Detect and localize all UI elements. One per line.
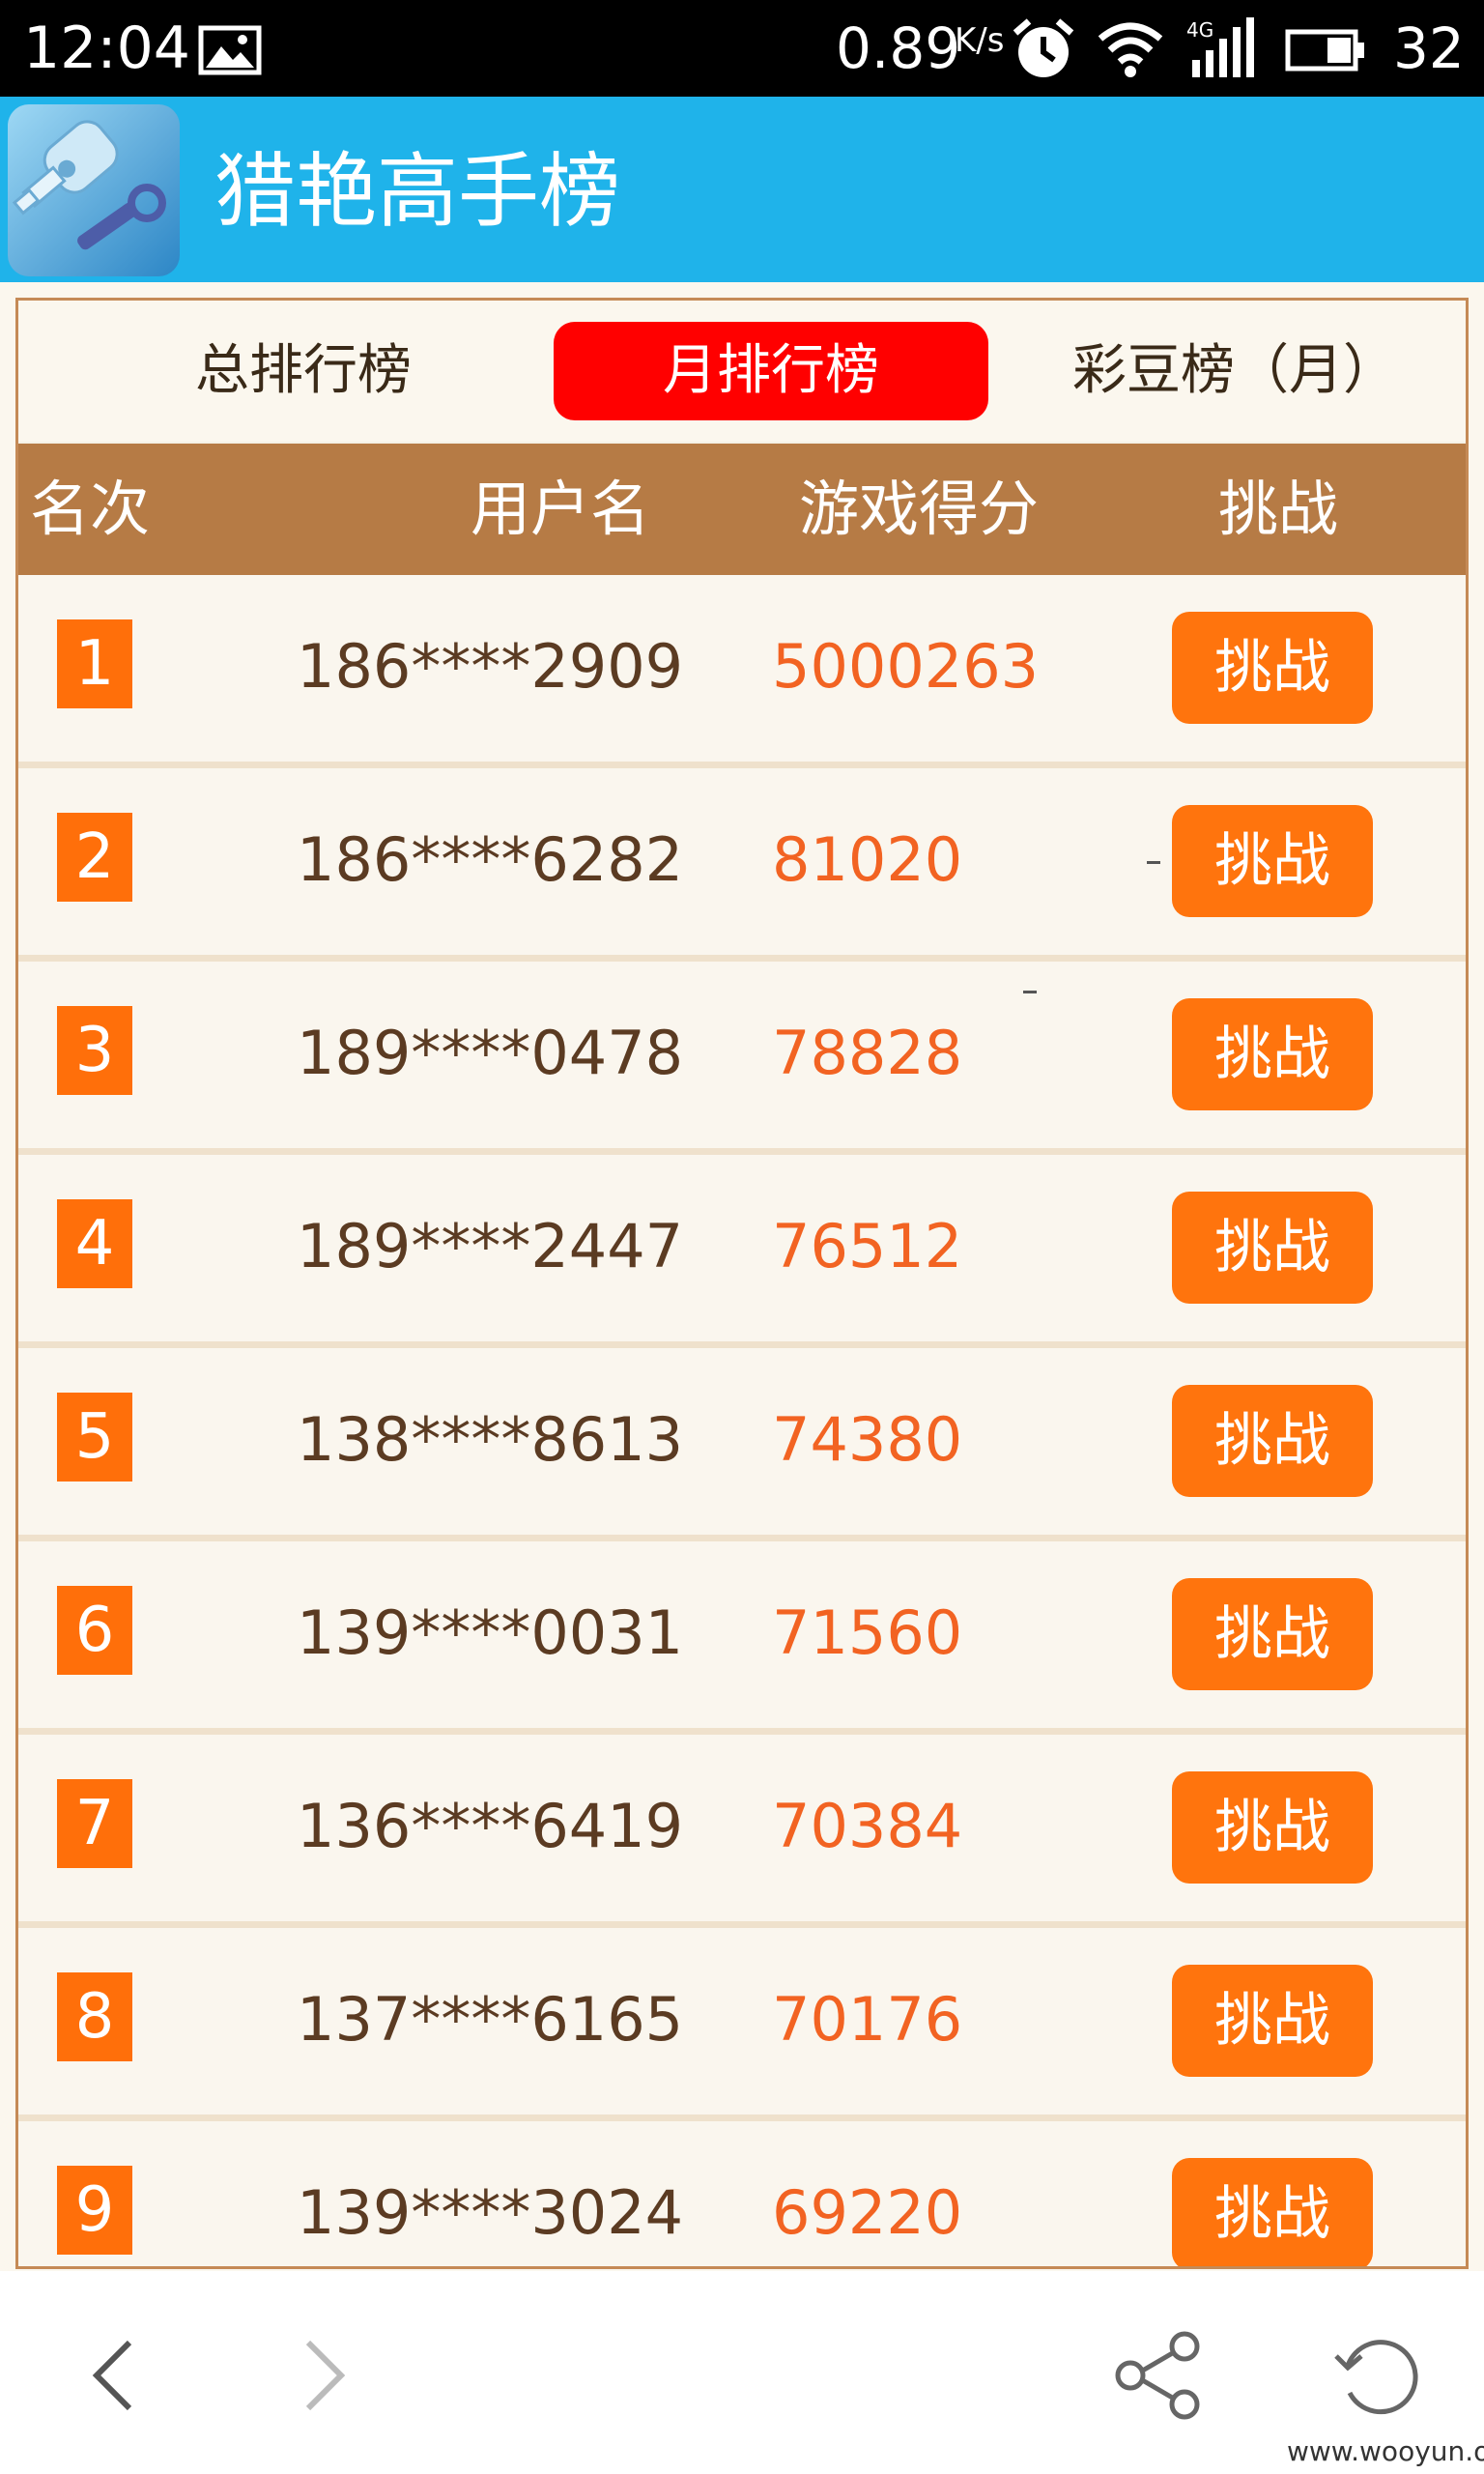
username: 189****0478: [297, 1018, 684, 1088]
stray-dash-mark: [1023, 991, 1037, 993]
rank-badge: 7: [57, 1779, 132, 1868]
challenge-button[interactable]: 挑战: [1172, 1385, 1373, 1497]
rank-badge: 6: [57, 1586, 132, 1675]
game-score: 69220: [772, 2177, 963, 2248]
header-challenge: 挑战: [1218, 474, 1339, 544]
back-icon[interactable]: [85, 2337, 143, 2414]
game-score: 81020: [772, 824, 963, 895]
rank-badge: 1: [57, 619, 132, 708]
leaderboard-rows: 1 186****2909 5000263 挑战 2 186****6282 8…: [18, 575, 1466, 2266]
username: 136****6419: [297, 1791, 684, 1861]
table-row: 5 138****8613 74380 挑战: [18, 1348, 1466, 1541]
rank-badge: 9: [57, 2166, 132, 2255]
table-row: 4 189****2447 76512 挑战: [18, 1155, 1466, 1348]
tab-bean-ranking[interactable]: 彩豆榜（月）: [1017, 322, 1452, 420]
challenge-button[interactable]: 挑战: [1172, 805, 1373, 917]
game-score: 71560: [772, 1597, 963, 1668]
username: 137****6165: [297, 1984, 684, 2055]
share-icon[interactable]: [1111, 2329, 1204, 2422]
refresh-icon[interactable]: [1328, 2327, 1427, 2426]
table-row: 8 137****6165 70176 挑战: [18, 1928, 1466, 2121]
header-username: 用户名: [471, 474, 651, 544]
leaderboard-tabs: 总排行榜 月排行榜 彩豆榜（月）: [18, 301, 1466, 442]
challenge-button[interactable]: 挑战: [1172, 612, 1373, 724]
signal-icon: 4G: [1186, 17, 1254, 77]
game-score: 70384: [772, 1791, 963, 1861]
table-row: 2 186****6282 81020 挑战: [18, 768, 1466, 962]
stray-dash-mark: [1147, 861, 1160, 864]
leaderboard-panel: 总排行榜 月排行榜 彩豆榜（月） 名次 用户名 游戏得分 挑战 1 186***…: [15, 298, 1469, 2269]
username: 139****0031: [297, 1597, 684, 1668]
table-row: 6 139****0031 71560 挑战: [18, 1541, 1466, 1735]
rank-badge: 4: [57, 1199, 132, 1288]
wifi-icon: [1098, 22, 1163, 77]
network-speed-unit: K/s: [955, 21, 1005, 60]
rank-badge: 3: [57, 1006, 132, 1095]
username: 186****6282: [297, 824, 684, 895]
challenge-button[interactable]: 挑战: [1172, 1192, 1373, 1304]
rank-badge: 2: [57, 813, 132, 902]
status-time: 12:04: [23, 14, 190, 82]
browser-bottom-bar: [0, 2271, 1484, 2474]
username: 138****8613: [297, 1404, 684, 1475]
username: 186****2909: [297, 631, 684, 702]
battery-level: 32: [1393, 15, 1465, 81]
network-speed: 0.89: [836, 15, 961, 81]
rank-badge: 8: [57, 1972, 132, 2061]
table-row: 3 189****0478 78828 挑战: [18, 962, 1466, 1155]
table-header: 名次 用户名 游戏得分 挑战: [18, 444, 1466, 575]
username: 189****2447: [297, 1211, 684, 1281]
network-type-label: 4G: [1186, 18, 1213, 42]
challenge-button[interactable]: 挑战: [1172, 998, 1373, 1110]
header-score: 游戏得分: [799, 474, 1040, 544]
watermark-text: www.wooyun.org: [1287, 2435, 1484, 2467]
page-title: 猎艳高手榜: [214, 144, 621, 239]
game-score: 5000263: [772, 631, 1040, 702]
forward-icon[interactable]: [295, 2337, 353, 2414]
rank-badge: 5: [57, 1393, 132, 1482]
table-row: 1 186****2909 5000263 挑战: [18, 575, 1466, 768]
header-rank: 名次: [30, 474, 151, 544]
username: 139****3024: [297, 2177, 684, 2248]
game-score: 74380: [772, 1404, 963, 1475]
game-score: 76512: [772, 1211, 963, 1281]
tab-monthly-ranking[interactable]: 月排行榜: [554, 322, 988, 420]
key-wrench-app-icon: [8, 104, 180, 276]
challenge-button[interactable]: 挑战: [1172, 1965, 1373, 2077]
gallery-icon: [198, 25, 262, 75]
alarm-icon: [1013, 18, 1074, 77]
table-row: 9 139****3024 69220 挑战: [18, 2121, 1466, 2266]
challenge-button[interactable]: 挑战: [1172, 2158, 1373, 2266]
challenge-button[interactable]: 挑战: [1172, 1578, 1373, 1690]
challenge-button[interactable]: 挑战: [1172, 1771, 1373, 1884]
game-score: 70176: [772, 1984, 963, 2055]
status-bar: 12:04 0.89 K/s 4G 32: [0, 0, 1484, 97]
table-row: 7 136****6419 70384 挑战: [18, 1735, 1466, 1928]
battery-icon: [1285, 29, 1364, 72]
tab-total-ranking[interactable]: 总排行榜: [76, 322, 530, 420]
game-score: 78828: [772, 1018, 963, 1088]
